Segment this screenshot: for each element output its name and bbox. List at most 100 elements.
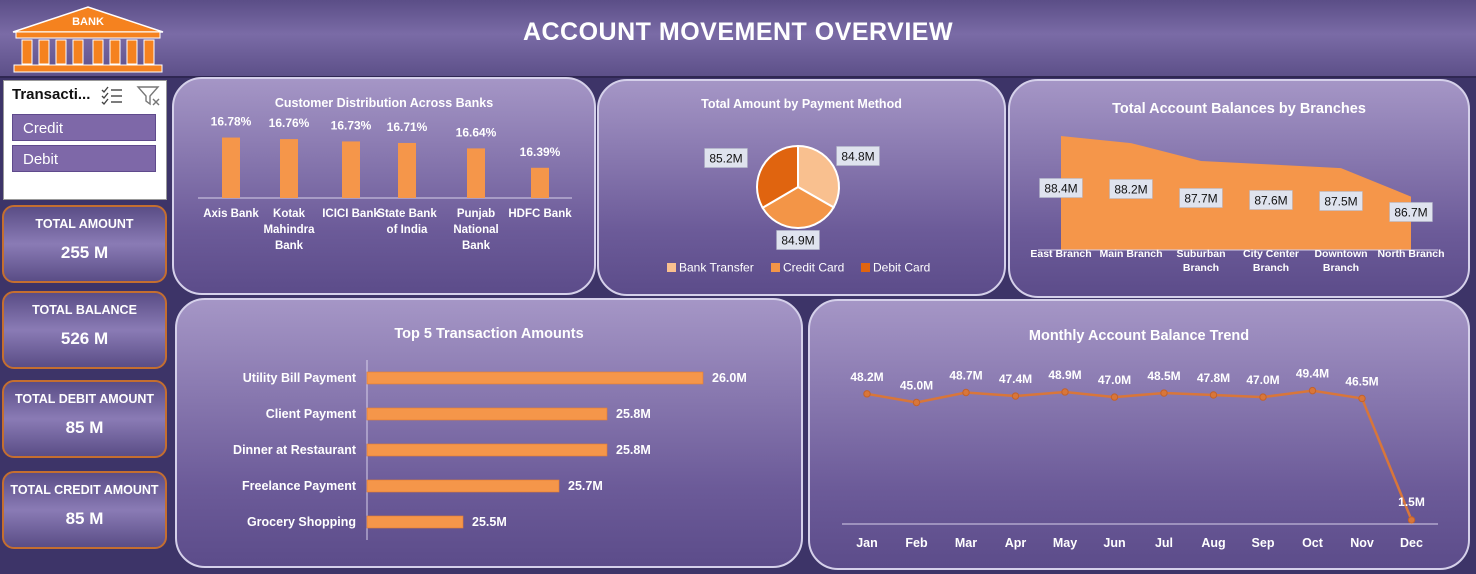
monthly-trend-panel: Monthly Account Balance Trend 48.2M Jan 45… — [808, 299, 1470, 570]
data-label: 48.5M — [1147, 369, 1180, 383]
multi-select-icon[interactable] — [101, 86, 122, 106]
data-point — [962, 388, 970, 397]
slicer-toolbar — [101, 86, 160, 106]
data-label: 88.2M — [1114, 182, 1147, 196]
data-point — [1011, 392, 1020, 400]
legend-swatch — [667, 263, 676, 272]
x-tick-label: City Center — [1243, 248, 1299, 260]
kpi-total-amount: TOTAL AMOUNT 255 M — [2, 205, 167, 283]
data-label: 85.2M — [709, 151, 742, 165]
legend-label: Bank Transfer — [679, 261, 754, 275]
y-tick-label: Grocery Shopping — [247, 515, 356, 529]
data-point — [912, 398, 921, 407]
x-tick-label: Jan — [856, 536, 878, 550]
x-tick-label: State Bank — [377, 208, 437, 220]
x-tick-label: Kotak — [273, 208, 306, 220]
x-tick-label: Feb — [905, 536, 928, 550]
line-series — [866, 389, 1413, 521]
x-tick-label: Mar — [955, 536, 977, 550]
x-tick-label: East Branch — [1030, 248, 1091, 260]
x-tick-label: North Branch — [1377, 248, 1444, 260]
data-label: 48.2M — [850, 370, 883, 384]
data-label: 87.6M — [1254, 193, 1287, 207]
bar — [366, 515, 464, 529]
clear-filter-icon[interactable] — [136, 86, 160, 106]
data-label: 88.4M — [1044, 181, 1077, 195]
branch-balances-panel: Total Account Balances by Branches 88.4M… — [1008, 79, 1470, 298]
data-point — [1209, 391, 1218, 399]
data-label: 47.4M — [999, 372, 1032, 386]
x-tick-label: Apr — [1005, 536, 1027, 550]
data-label: 16.39% — [520, 145, 561, 159]
bar — [531, 167, 549, 198]
data-label: 16.76% — [269, 116, 310, 130]
x-tick-label: Bank — [275, 240, 304, 252]
customer-distribution-panel: Customer Distribution Across Banks 16.78… — [172, 77, 596, 295]
kpi-total-debit-amount: TOTAL DEBIT AMOUNT 85 M — [2, 380, 167, 458]
transaction-type-slicer: Transacti... Credit Debit — [3, 80, 167, 200]
x-tick-label: of India — [387, 224, 428, 236]
data-label: 25.5M — [472, 515, 507, 529]
data-label: 16.73% — [331, 118, 372, 132]
x-tick-label: Dec — [1400, 536, 1423, 550]
dashboard-header: BANK ACCOUNT MOVEMENT OVERVIEW — [0, 0, 1476, 78]
y-tick-label: Client Payment — [266, 407, 357, 421]
data-point — [1358, 394, 1366, 403]
data-label: 46.5M — [1345, 374, 1378, 388]
kpi-value: 255 M — [60, 243, 109, 262]
data-label: 1.5M — [1398, 495, 1425, 509]
bar — [366, 479, 560, 493]
bar — [366, 371, 704, 385]
data-label: 25.8M — [616, 443, 651, 457]
data-point — [863, 390, 871, 398]
data-label: 49.4M — [1296, 367, 1329, 381]
kpi-value: 526 M — [60, 329, 109, 348]
data-label: 84.9M — [781, 233, 814, 247]
slicer-item-credit[interactable]: Credit — [12, 114, 156, 141]
top-transactions-panel: Top 5 Transaction Amounts Utility Bill P… — [175, 298, 803, 568]
bank-distribution-chart: 16.78% Axis Bank 16.76% Kotak Mahindra Bank 16… — [198, 115, 572, 252]
bar — [222, 137, 240, 198]
data-point — [1308, 386, 1317, 395]
bar — [342, 141, 360, 198]
x-tick-label: Branch — [1253, 262, 1289, 274]
x-tick-label: Punjab — [457, 208, 495, 220]
legend-label: Credit Card — [783, 261, 844, 275]
data-label: 47.8M — [1197, 371, 1230, 385]
y-tick-label: Utility Bill Payment — [243, 371, 357, 385]
x-tick-label: Branch — [1323, 262, 1359, 274]
data-label: 25.7M — [568, 479, 603, 493]
x-tick-label: Jun — [1103, 536, 1125, 550]
x-tick-label: May — [1053, 536, 1077, 550]
x-tick-label: Sep — [1252, 536, 1275, 550]
legend-swatch — [771, 263, 780, 272]
kpi-label: TOTAL CREDIT AMOUNT — [10, 483, 159, 497]
x-tick-label: ICICI Bank — [322, 208, 380, 220]
data-label: 84.8M — [841, 149, 874, 163]
legend-swatch — [861, 263, 870, 272]
bar — [398, 142, 416, 198]
data-label: 16.71% — [387, 120, 428, 134]
legend-label: Debit Card — [873, 261, 930, 275]
x-tick-label: Main Branch — [1099, 248, 1162, 260]
x-tick-label: Downtown — [1314, 248, 1367, 260]
data-label: 25.8M — [616, 407, 651, 421]
data-label: 86.7M — [1394, 205, 1427, 219]
page-title: ACCOUNT MOVEMENT OVERVIEW — [522, 18, 954, 46]
x-tick-label: Axis Bank — [203, 208, 259, 220]
x-tick-label: Branch — [1183, 262, 1219, 274]
bar — [366, 443, 608, 457]
x-tick-label: National — [453, 224, 498, 236]
bar — [280, 139, 298, 198]
x-tick-label: Bank — [462, 240, 491, 252]
kpi-total-balance: TOTAL BALANCE 526 M — [2, 291, 167, 369]
x-tick-label: Mahindra — [263, 224, 315, 236]
payment-method-panel: Total Amount by Payment Method 84.8M 84.9… — [597, 79, 1006, 296]
monthly-balance-line-chart: 48.2M Jan 45.0M Feb 48.7M Mar 47.4M Apr 48.9M May… — [842, 367, 1438, 550]
x-tick-label: Nov — [1350, 536, 1374, 550]
x-tick-label: Jul — [1155, 536, 1173, 550]
slicer-item-debit[interactable]: Debit — [12, 145, 156, 172]
data-label: 16.78% — [211, 115, 252, 129]
data-point — [1061, 388, 1069, 396]
kpi-value: 85 M — [65, 418, 104, 437]
